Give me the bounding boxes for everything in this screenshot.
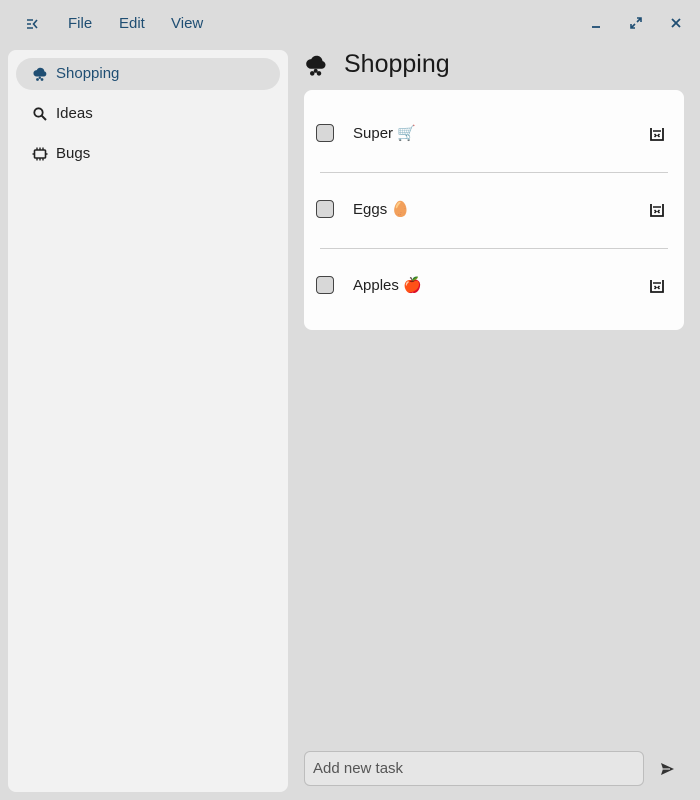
chip-icon: [32, 146, 48, 162]
send-icon[interactable]: [659, 761, 676, 777]
sidebar-item-label: Shopping: [56, 65, 120, 82]
delete-icon[interactable]: [649, 126, 665, 142]
title-bar: File Edit View: [0, 0, 700, 48]
task-list: Super 🛒 Eggs 🥚 Apples 🍎: [304, 90, 684, 330]
sidebar-item-label: Bugs: [56, 145, 91, 162]
task-label: Eggs 🥚: [353, 201, 411, 218]
divider: [320, 172, 668, 173]
delete-icon[interactable]: [649, 278, 665, 294]
sidebar-toggle-icon[interactable]: [24, 16, 40, 32]
task-checkbox[interactable]: [316, 124, 334, 142]
task-label: Super 🛒: [353, 125, 416, 142]
divider: [320, 248, 668, 249]
menu-view[interactable]: View: [171, 15, 203, 32]
sidebar-item-label: Ideas: [56, 105, 93, 122]
search-icon: [32, 106, 48, 122]
cloud-hail-icon: [304, 53, 328, 77]
sidebar-item-bugs[interactable]: Bugs: [16, 138, 280, 170]
sidebar: Shopping Ideas Bugs: [8, 50, 288, 792]
page-title: Shopping: [344, 50, 450, 78]
sidebar-item-ideas[interactable]: Ideas: [16, 98, 280, 130]
list-item: Apples 🍎: [304, 264, 684, 308]
cloud-hail-icon: [32, 66, 48, 82]
maximize-icon[interactable]: [628, 15, 644, 31]
list-item: Super 🛒: [304, 112, 684, 156]
menu-edit[interactable]: Edit: [119, 15, 145, 32]
menu-file[interactable]: File: [68, 15, 92, 32]
sidebar-item-shopping[interactable]: Shopping: [16, 58, 280, 90]
list-item: Eggs 🥚: [304, 188, 684, 232]
task-label: Apples 🍎: [353, 277, 422, 294]
task-checkbox[interactable]: [316, 276, 334, 294]
close-icon[interactable]: [668, 15, 684, 31]
task-checkbox[interactable]: [316, 200, 334, 218]
new-task-field: [304, 751, 644, 786]
delete-icon[interactable]: [649, 202, 665, 218]
minimize-icon[interactable]: [588, 15, 604, 31]
new-task-input[interactable]: [305, 752, 643, 785]
